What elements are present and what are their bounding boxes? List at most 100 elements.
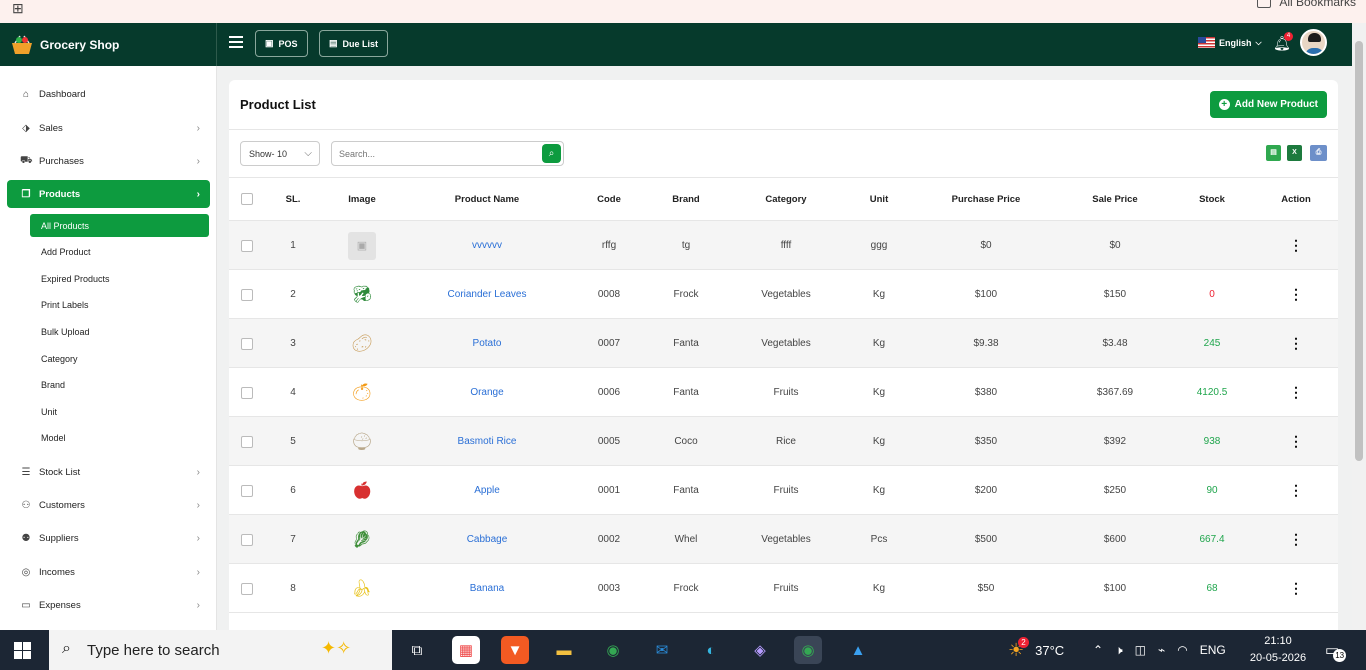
file-explorer-icon[interactable]: ▬ (550, 636, 578, 664)
row-checkbox[interactable] (241, 515, 253, 564)
pos-button[interactable]: ▣ POS (255, 30, 308, 57)
more-actions-icon[interactable]: ⋮ (1289, 466, 1303, 515)
cell-category: Vegetables (761, 289, 811, 300)
language-label: English (1219, 37, 1252, 48)
sidebar-sub-bulk-upload[interactable]: Bulk Upload (30, 320, 209, 343)
sidebar-item-sales[interactable]: ⬗ Sales › (7, 114, 210, 142)
header-unit[interactable]: Unit (870, 178, 888, 220)
cell-category: Vegetables (761, 534, 811, 545)
wifi-icon: ◠ (1177, 643, 1188, 657)
sidebar-item-incomes[interactable]: ◎ Incomes › (7, 558, 210, 586)
cell-product-name[interactable]: Cabbage (467, 515, 508, 564)
sidebar-item-products[interactable]: ❒ Products › (7, 180, 210, 208)
menu-toggle-icon[interactable] (229, 36, 243, 48)
notification-center[interactable]: ▭ 13 (1325, 630, 1347, 670)
sidebar-sub-expired-products[interactable]: Expired Products (30, 267, 209, 290)
header-purchase-price[interactable]: Purchase Price (952, 178, 1021, 220)
row-checkbox[interactable] (241, 368, 253, 417)
product-image: 🍊︎ (348, 368, 376, 417)
brand[interactable]: Grocery Shop (0, 23, 217, 66)
sidebar-sub-unit[interactable]: Unit (30, 400, 209, 423)
csv-export-icon[interactable]: ▤ (1266, 145, 1281, 161)
more-actions-icon[interactable]: ⋮ (1289, 368, 1303, 417)
header-code[interactable]: Code (597, 178, 621, 220)
time: 21:10 (1264, 635, 1292, 647)
sidebar-item-suppliers[interactable]: ⚉ Suppliers › (7, 524, 210, 552)
sidebar-item-customers[interactable]: ⚇ Customers › (7, 491, 210, 519)
product-image: 🍚︎ (348, 417, 376, 466)
more-actions-icon[interactable]: ⋮ (1289, 417, 1303, 466)
sidebar-item-expenses[interactable]: ▭ Expenses › (7, 591, 210, 619)
header-sl[interactable]: SL. (286, 178, 301, 220)
sidebar-sub-brand[interactable]: Brand (30, 373, 209, 396)
row-checkbox[interactable] (241, 270, 253, 319)
cell-product-name[interactable]: Banana (470, 564, 504, 613)
clock[interactable]: 21:10 20-05-2026 (1246, 633, 1310, 667)
chrome-icon[interactable]: ◉ (599, 636, 627, 664)
sidebar-item-dashboard[interactable]: ⌂ Dashboard (7, 80, 210, 108)
apps-grid-icon[interactable]: ⊞ (12, 0, 24, 17)
header-category[interactable]: Category (765, 178, 806, 220)
cell-sale-price: $250 (1103, 485, 1127, 496)
system-tray[interactable]: ⌃ 🕨︎ ◫ ⌁ ◠ ENG (1093, 630, 1226, 670)
taskbar-search[interactable]: ⌕ Type here to search ✦✧ (49, 630, 392, 670)
cell-product-name[interactable]: vvvvvv (472, 221, 502, 270)
brave-browser-icon[interactable]: ▼ (501, 636, 529, 664)
cell-product-name[interactable]: Basmoti Rice (458, 417, 517, 466)
page-scrollbar[interactable] (1352, 23, 1366, 630)
due-list-button[interactable]: ▤ Due List (319, 30, 389, 57)
search-input[interactable] (331, 141, 564, 166)
row-checkbox[interactable] (241, 564, 253, 613)
excel-export-icon[interactable]: X (1287, 145, 1302, 161)
cell-product-name[interactable]: Orange (470, 368, 503, 417)
row-checkbox[interactable] (241, 466, 253, 515)
header-sale-price[interactable]: Sale Price (1092, 178, 1137, 220)
more-actions-icon[interactable]: ⋮ (1289, 515, 1303, 564)
sidebar-sub-all-products[interactable]: All Products (30, 214, 209, 237)
wallet-icon: ▭ (21, 599, 31, 611)
avatar[interactable] (1300, 29, 1327, 56)
taskbar-search-placeholder: Type here to search (87, 641, 220, 659)
row-checkbox[interactable] (241, 417, 253, 466)
weather-widget[interactable]: ☀ 2 37°C (1008, 630, 1064, 670)
more-actions-icon[interactable]: ⋮ (1289, 564, 1303, 613)
all-bookmarks[interactable]: All Bookmarks (1257, 0, 1356, 9)
row-checkbox[interactable] (241, 319, 253, 368)
select-all-checkbox[interactable] (241, 178, 253, 220)
rice-image: 🍚︎ (351, 431, 373, 451)
plus-icon: + (1218, 99, 1230, 110)
windows-start-icon[interactable] (14, 642, 31, 659)
photos-icon[interactable]: ▲ (844, 636, 872, 664)
more-actions-icon[interactable]: ⋮ (1289, 319, 1303, 368)
cell-product-name[interactable]: Apple (474, 466, 500, 515)
outlook-icon[interactable]: ✉ (648, 636, 676, 664)
print-icon[interactable]: ⎙ (1310, 145, 1327, 161)
chrome-active-icon[interactable]: ◉ (794, 636, 822, 664)
sidebar-item-label: Suppliers (39, 532, 79, 544)
chevron-down-icon: ⌵ (1255, 37, 1262, 47)
sidebar-item-purchases[interactable]: ⛟ Purchases › (7, 147, 210, 175)
header-product-name[interactable]: Product Name (455, 178, 519, 220)
row-checkbox[interactable] (241, 221, 253, 270)
cell-product-name[interactable]: Coriander Leaves (448, 270, 527, 319)
sidebar-sub-category[interactable]: Category (30, 347, 209, 370)
add-new-product-button[interactable]: + Add New Product (1209, 91, 1327, 118)
cell-stock: 667.4 (1199, 534, 1225, 545)
header-stock[interactable]: Stock (1199, 178, 1225, 220)
header-brand[interactable]: Brand (672, 178, 699, 220)
cell-product-name[interactable]: Potato (473, 319, 502, 368)
task-view-icon[interactable]: ⧉ (403, 636, 431, 664)
sidebar-item-stock-list[interactable]: ☰ Stock List › (7, 458, 210, 486)
language-select[interactable]: English ⌵ (1198, 37, 1262, 48)
sidebar-sub-add-product[interactable]: Add Product (30, 240, 209, 263)
more-actions-icon[interactable]: ⋮ (1289, 221, 1303, 270)
copilot-icon[interactable]: ◈ (746, 636, 774, 664)
edge-icon[interactable]: ◐ (697, 636, 725, 664)
sidebar-sub-model[interactable]: Model (30, 426, 209, 449)
sidebar-sub-print-labels[interactable]: Print Labels (30, 293, 209, 316)
show-entries-select[interactable]: Show- 10 ⌵ (240, 141, 320, 166)
search-button[interactable]: ⌕ (542, 144, 561, 163)
more-actions-icon[interactable]: ⋮ (1289, 270, 1303, 319)
microsoft-store-icon[interactable]: ▦ (452, 636, 480, 664)
basket-icon (12, 35, 32, 54)
